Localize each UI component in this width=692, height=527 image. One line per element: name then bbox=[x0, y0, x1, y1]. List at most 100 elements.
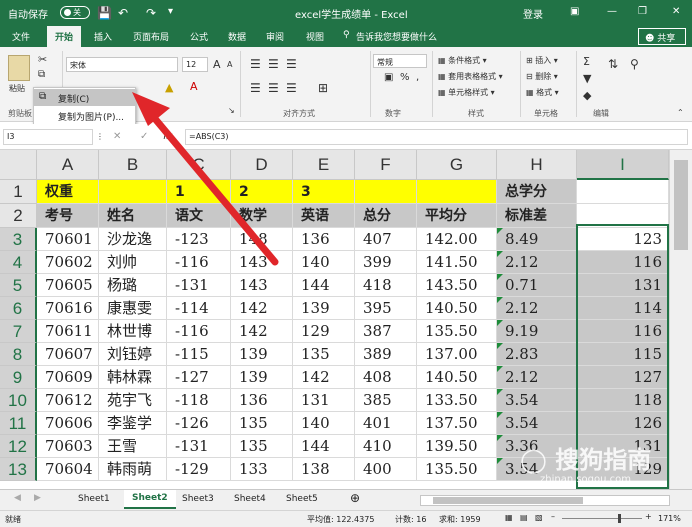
cell-i3[interactable]: 123 bbox=[577, 228, 669, 251]
cell-a4[interactable]: 70602 bbox=[37, 251, 99, 274]
column-header-c[interactable]: C bbox=[167, 150, 231, 180]
cell-g5[interactable]: 143.50 bbox=[417, 274, 497, 297]
cell-b7[interactable]: 林世博 bbox=[99, 320, 167, 343]
cell-b11[interactable]: 李鉴学 bbox=[99, 412, 167, 435]
font-name-select[interactable]: 宋体 bbox=[66, 57, 178, 72]
zoom-level[interactable]: 171% bbox=[658, 514, 681, 523]
align-top-icon[interactable]: ☰ bbox=[250, 57, 261, 71]
row-header-1[interactable]: 1 bbox=[0, 180, 37, 204]
select-all-corner[interactable] bbox=[0, 150, 37, 180]
cell-d11[interactable]: 135 bbox=[231, 412, 293, 435]
error-indicator-icon[interactable] bbox=[497, 320, 503, 326]
cell-i11[interactable]: 126 bbox=[577, 412, 669, 435]
percent-button[interactable]: % bbox=[400, 72, 410, 83]
cell-c10[interactable]: -118 bbox=[167, 389, 231, 412]
cell-g2[interactable]: 平均分 bbox=[417, 204, 497, 228]
cell-a2[interactable]: 考号 bbox=[37, 204, 99, 228]
new-sheet-icon[interactable]: ⊕ bbox=[350, 491, 360, 505]
tab-file[interactable]: 文件 bbox=[12, 30, 30, 43]
cell-i9[interactable]: 127 bbox=[577, 366, 669, 389]
horizontal-scrollbar[interactable] bbox=[420, 495, 670, 506]
align-right-icon[interactable]: ☰ bbox=[286, 81, 297, 95]
cell-b13[interactable]: 韩雨萌 bbox=[99, 458, 167, 481]
cell-a1[interactable]: 权重 bbox=[37, 180, 99, 204]
cell-f10[interactable]: 385 bbox=[355, 389, 417, 412]
cell-i1[interactable] bbox=[577, 180, 669, 204]
cell-f4[interactable]: 399 bbox=[355, 251, 417, 274]
sheet-tab-sheet2[interactable]: Sheet2 bbox=[124, 490, 176, 509]
row-header-3[interactable]: 3 bbox=[0, 228, 37, 251]
cell-c5[interactable]: -131 bbox=[167, 274, 231, 297]
vertical-scrollbar[interactable] bbox=[669, 150, 692, 489]
cell-f13[interactable]: 400 bbox=[355, 458, 417, 481]
cell-g1[interactable] bbox=[417, 180, 497, 204]
cell-d4[interactable]: 143 bbox=[231, 251, 293, 274]
tab-formulas[interactable]: 公式 bbox=[190, 30, 208, 43]
column-header-h[interactable]: H bbox=[497, 150, 577, 180]
cancel-icon[interactable]: ✕ bbox=[113, 131, 121, 142]
cell-c2[interactable]: 语文 bbox=[167, 204, 231, 228]
paste-icon[interactable] bbox=[8, 55, 30, 81]
cell-h2[interactable]: 标准差 bbox=[497, 204, 577, 228]
autosave-toggle[interactable]: 关 bbox=[60, 6, 90, 19]
error-indicator-icon[interactable] bbox=[497, 366, 503, 372]
cell-c8[interactable]: -115 bbox=[167, 343, 231, 366]
cell-b10[interactable]: 苑宇飞 bbox=[99, 389, 167, 412]
error-indicator-icon[interactable] bbox=[497, 389, 503, 395]
cell-b2[interactable]: 姓名 bbox=[99, 204, 167, 228]
sheet-tab-sheet4[interactable]: Sheet4 bbox=[234, 494, 266, 504]
cell-b4[interactable]: 刘帅 bbox=[99, 251, 167, 274]
cell-e3[interactable]: 136 bbox=[293, 228, 355, 251]
row-header-8[interactable]: 8 bbox=[0, 343, 37, 366]
cell-c4[interactable]: -116 bbox=[167, 251, 231, 274]
tab-home[interactable]: 开始 bbox=[47, 26, 82, 47]
error-indicator-icon[interactable] bbox=[497, 251, 503, 257]
cell-b5[interactable]: 杨璐 bbox=[99, 274, 167, 297]
cell-d3[interactable]: 148 bbox=[231, 228, 293, 251]
cell-f5[interactable]: 418 bbox=[355, 274, 417, 297]
error-indicator-icon[interactable] bbox=[497, 274, 503, 280]
cell-c13[interactable]: -129 bbox=[167, 458, 231, 481]
cell-d5[interactable]: 143 bbox=[231, 274, 293, 297]
cell-i4[interactable]: 116 bbox=[577, 251, 669, 274]
horizontal-scroll-thumb[interactable] bbox=[433, 497, 583, 504]
cell-h6[interactable]: 2.12 bbox=[497, 297, 577, 320]
cell-a8[interactable]: 70607 bbox=[37, 343, 99, 366]
cell-g9[interactable]: 140.50 bbox=[417, 366, 497, 389]
cell-c11[interactable]: -126 bbox=[167, 412, 231, 435]
tell-me-search[interactable]: 告诉我您想要做什么 bbox=[356, 30, 437, 43]
cell-h1[interactable]: 总学分 bbox=[497, 180, 577, 204]
cell-b9[interactable]: 韩林霖 bbox=[99, 366, 167, 389]
login-link[interactable]: 登录 bbox=[523, 6, 543, 21]
cell-c12[interactable]: -131 bbox=[167, 435, 231, 458]
comma-button[interactable]: , bbox=[416, 72, 419, 83]
cell-e4[interactable]: 140 bbox=[293, 251, 355, 274]
table-format-button[interactable]: ▦ 套用表格格式 ▾ bbox=[438, 71, 503, 82]
cell-e13[interactable]: 138 bbox=[293, 458, 355, 481]
error-indicator-icon[interactable] bbox=[497, 228, 503, 234]
cell-h10[interactable]: 3.54 bbox=[497, 389, 577, 412]
cell-h7[interactable]: 9.19 bbox=[497, 320, 577, 343]
tab-data[interactable]: 数据 bbox=[228, 30, 246, 43]
align-bottom-icon[interactable]: ☰ bbox=[286, 57, 297, 71]
copy-icon[interactable]: ⧉ bbox=[38, 69, 45, 80]
name-box[interactable]: I3 bbox=[3, 129, 93, 145]
cell-h4[interactable]: 2.12 bbox=[497, 251, 577, 274]
cell-d6[interactable]: 142 bbox=[231, 297, 293, 320]
row-header-4[interactable]: 4 bbox=[0, 251, 37, 274]
cell-b6[interactable]: 康惠雯 bbox=[99, 297, 167, 320]
cell-g7[interactable]: 135.50 bbox=[417, 320, 497, 343]
cell-d1[interactable]: 2 bbox=[231, 180, 293, 204]
font-size-select[interactable]: 12 bbox=[182, 57, 208, 72]
cell-a3[interactable]: 70601 bbox=[37, 228, 99, 251]
enter-icon[interactable]: ✓ bbox=[140, 131, 148, 142]
error-indicator-icon[interactable] bbox=[497, 343, 503, 349]
cell-i5[interactable]: 131 bbox=[577, 274, 669, 297]
cell-f6[interactable]: 395 bbox=[355, 297, 417, 320]
cell-e5[interactable]: 144 bbox=[293, 274, 355, 297]
cell-c9[interactable]: -127 bbox=[167, 366, 231, 389]
cell-i10[interactable]: 118 bbox=[577, 389, 669, 412]
align-center-icon[interactable]: ☰ bbox=[268, 81, 279, 95]
column-header-a[interactable]: A bbox=[37, 150, 99, 180]
row-header-12[interactable]: 12 bbox=[0, 435, 37, 458]
